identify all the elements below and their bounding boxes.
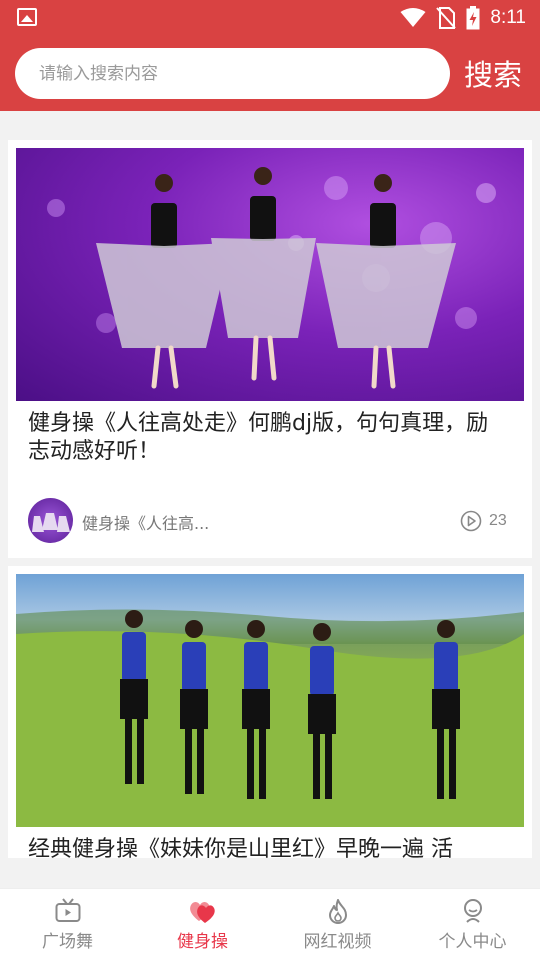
tab-personal-center[interactable]: 个人中心 bbox=[405, 889, 540, 960]
tab-label: 网红视频 bbox=[303, 932, 372, 952]
video-title[interactable]: 健身操《人往高处走》何鹏dj版，句句真理，励志动感好听！ bbox=[28, 410, 508, 466]
heart-icon bbox=[189, 902, 215, 923]
tab-square-dance[interactable]: 广场舞 bbox=[0, 889, 135, 960]
no-sim-icon bbox=[436, 7, 457, 29]
video-thumbnail[interactable] bbox=[16, 148, 524, 401]
video-title[interactable]: 经典健身操《妹妹你是山里红》早晚一遍 活 bbox=[28, 836, 508, 858]
battery-charging-icon bbox=[466, 6, 480, 30]
play-icon bbox=[460, 510, 482, 532]
video-feed[interactable]: 健身操《人往高处走》何鹏dj版，句句真理，励志动感好听！ 健身操《人往高... … bbox=[0, 140, 540, 858]
wifi-icon bbox=[400, 8, 426, 27]
top-bar: 8:11 搜索 bbox=[0, 0, 540, 111]
video-card[interactable]: 健身操《人往高处走》何鹏dj版，句句真理，励志动感好听！ 健身操《人往高... … bbox=[8, 140, 532, 558]
status-time: 8:11 bbox=[490, 7, 526, 28]
author-name[interactable]: 健身操《人往高... bbox=[82, 510, 209, 534]
tab-fitness[interactable]: 健身操 bbox=[135, 889, 270, 960]
search-button[interactable]: 搜索 bbox=[464, 52, 522, 94]
tab-trending-videos[interactable]: 网红视频 bbox=[270, 889, 405, 960]
flame-icon bbox=[328, 899, 347, 924]
image-icon bbox=[17, 8, 37, 26]
video-card[interactable]: 经典健身操《妹妹你是山里红》早晚一遍 活 bbox=[8, 566, 532, 858]
bottom-tab-bar: 广场舞 健身操 网红视频 个人中心 bbox=[0, 888, 540, 960]
person-icon bbox=[463, 899, 482, 923]
status-bar: 8:11 bbox=[0, 0, 540, 36]
tab-label: 个人中心 bbox=[438, 932, 507, 952]
tv-icon bbox=[55, 898, 80, 922]
play-count: 23 bbox=[489, 512, 507, 529]
avatar[interactable] bbox=[28, 498, 73, 543]
tab-label: 健身操 bbox=[177, 932, 228, 952]
tab-label: 广场舞 bbox=[42, 932, 93, 952]
search-input[interactable] bbox=[15, 48, 450, 99]
video-thumbnail[interactable] bbox=[16, 574, 524, 827]
